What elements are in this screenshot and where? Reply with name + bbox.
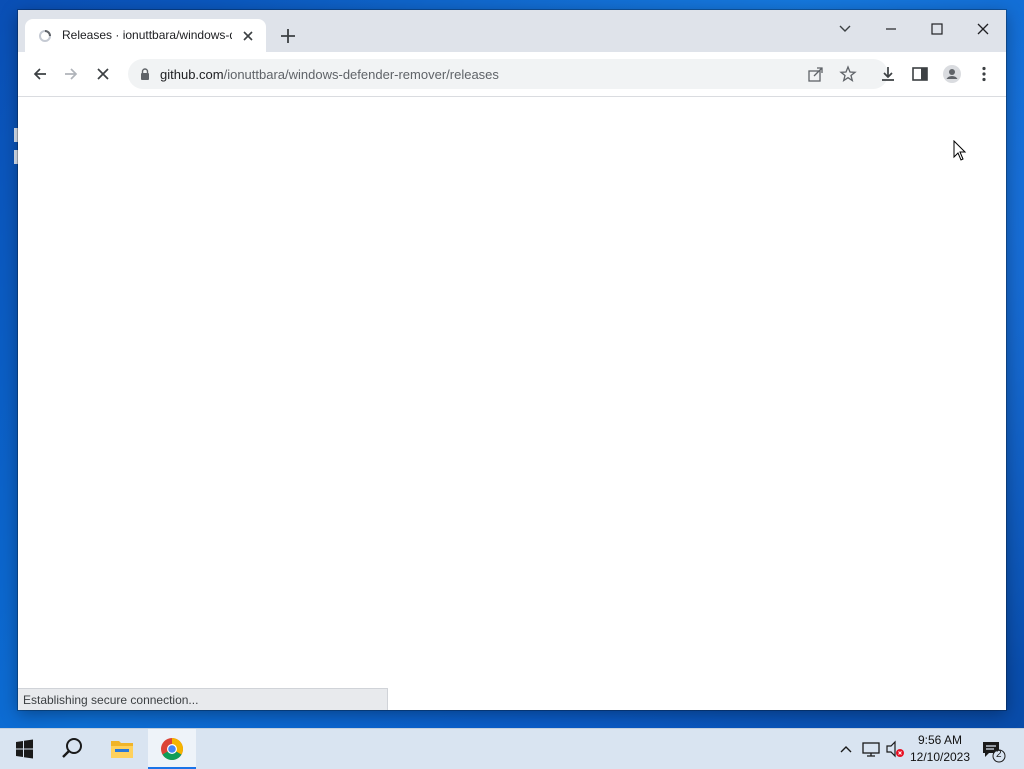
browser-window: Releases · ionuttbara/windows-defender-r…	[18, 10, 1006, 710]
maximize-icon[interactable]	[917, 14, 957, 44]
folder-icon[interactable]	[98, 729, 146, 769]
tab-releases[interactable]: Releases · ionuttbara/windows-defender-r…	[25, 19, 266, 52]
tab-strip: Releases · ionuttbara/windows-defender-r…	[18, 10, 1006, 52]
taskbar: 9:56 AM 12/10/2023 2	[0, 728, 1024, 769]
close-icon[interactable]	[963, 14, 1003, 44]
notification-center-button[interactable]: 2	[980, 737, 1006, 763]
url-host: github.com	[160, 67, 224, 82]
status-bubble: Establishing secure connection...	[18, 688, 388, 710]
clock[interactable]: 9:56 AM 12/10/2023	[902, 732, 978, 766]
clock-date: 12/10/2023	[909, 750, 971, 764]
mouse-cursor-icon	[953, 140, 967, 161]
address-bar[interactable]: github.com/ionuttbara/windows-defender-r…	[128, 59, 888, 89]
loading-spinner-icon	[39, 30, 51, 42]
chrome-icon[interactable]	[148, 729, 196, 769]
lock-icon[interactable]	[138, 67, 152, 81]
clock-time: 9:56 AM	[917, 733, 963, 747]
download-icon[interactable]	[878, 64, 898, 84]
notification-count: 2	[996, 749, 1002, 760]
minimize-icon[interactable]	[871, 14, 911, 44]
tab-title: Releases · ionuttbara/windows-defender-r…	[62, 28, 232, 42]
forward-button[interactable]	[61, 64, 81, 84]
chevron-down-icon[interactable]	[825, 14, 865, 44]
star-icon[interactable]	[838, 64, 858, 84]
url-path: /ionuttbara/windows-defender-remover/rel…	[223, 67, 499, 82]
search-icon[interactable]	[48, 729, 96, 769]
network-icon[interactable]	[860, 729, 882, 769]
notification-icon	[983, 742, 1006, 763]
stop-button[interactable]	[93, 64, 113, 84]
url-text[interactable]: github.com/ionuttbara/windows-defender-r…	[160, 67, 499, 82]
toolbar: github.com/ionuttbara/windows-defender-r…	[18, 52, 1006, 97]
share-icon[interactable]	[806, 64, 826, 84]
page-content: Establishing secure connection...	[18, 97, 1006, 710]
account-icon[interactable]	[942, 64, 962, 84]
more-vert-icon[interactable]	[974, 64, 994, 84]
back-button[interactable]	[30, 64, 50, 84]
close-icon[interactable]	[239, 27, 257, 45]
chevron-up-icon[interactable]	[836, 729, 856, 769]
windows-logo-icon[interactable]	[0, 729, 48, 769]
plus-icon[interactable]	[278, 26, 298, 46]
side-panel-icon[interactable]	[910, 64, 930, 84]
